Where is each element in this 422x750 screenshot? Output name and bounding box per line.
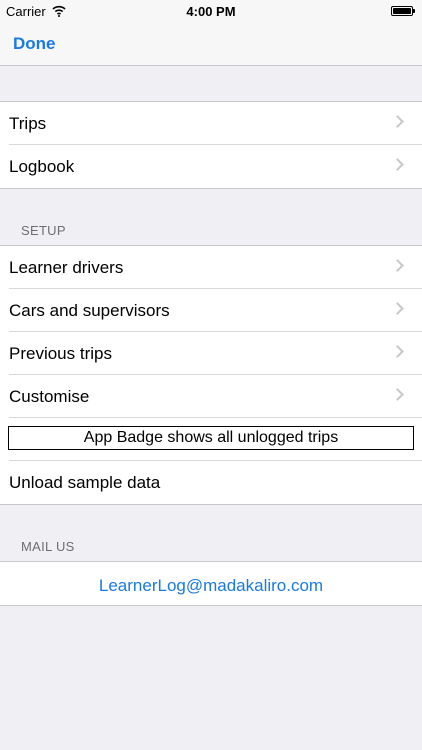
unload-sample-data-row[interactable]: Unload sample data <box>0 461 422 504</box>
setup-section-header: SETUP <box>21 223 66 238</box>
navigation-bar: Done <box>0 22 422 66</box>
battery-icon <box>391 6 415 16</box>
main-menu-group: Trips Logbook <box>0 101 422 189</box>
trips-label: Trips <box>9 114 47 133</box>
logbook-row[interactable]: Logbook <box>0 145 422 188</box>
trips-row[interactable]: Trips <box>0 102 422 145</box>
app-badge-toggle[interactable]: App Badge shows all unlogged trips <box>8 426 414 450</box>
unload-sample-data-label: Unload sample data <box>9 473 161 492</box>
chevron-right-icon <box>391 388 404 401</box>
learner-drivers-row[interactable]: Learner drivers <box>0 246 422 289</box>
chevron-right-icon <box>391 259 404 272</box>
logbook-label: Logbook <box>9 157 75 176</box>
chevron-right-icon <box>391 115 404 128</box>
status-bar: Carrier 4:00 PM <box>0 0 422 22</box>
chevron-right-icon <box>391 345 404 358</box>
previous-trips-label: Previous trips <box>9 344 112 363</box>
mail-group: LearnerLog@madakaliro.com <box>0 561 422 606</box>
learner-drivers-label: Learner drivers <box>9 258 124 277</box>
setup-group: Learner drivers Cars and supervisors Pre… <box>0 245 422 505</box>
chevron-right-icon <box>391 302 404 315</box>
customise-label: Customise <box>9 387 90 406</box>
email-link[interactable]: LearnerLog@madakaliro.com <box>0 576 422 596</box>
done-button[interactable]: Done <box>13 34 56 54</box>
cars-supervisors-label: Cars and supervisors <box>9 301 170 320</box>
cars-supervisors-row[interactable]: Cars and supervisors <box>0 289 422 332</box>
previous-trips-row[interactable]: Previous trips <box>0 332 422 375</box>
mail-section-header: MAIL US <box>21 539 75 554</box>
status-time: 4:00 PM <box>186 4 236 19</box>
chevron-right-icon <box>391 158 404 171</box>
app-badge-row: App Badge shows all unlogged trips <box>0 418 422 461</box>
customise-row[interactable]: Customise <box>0 375 422 418</box>
